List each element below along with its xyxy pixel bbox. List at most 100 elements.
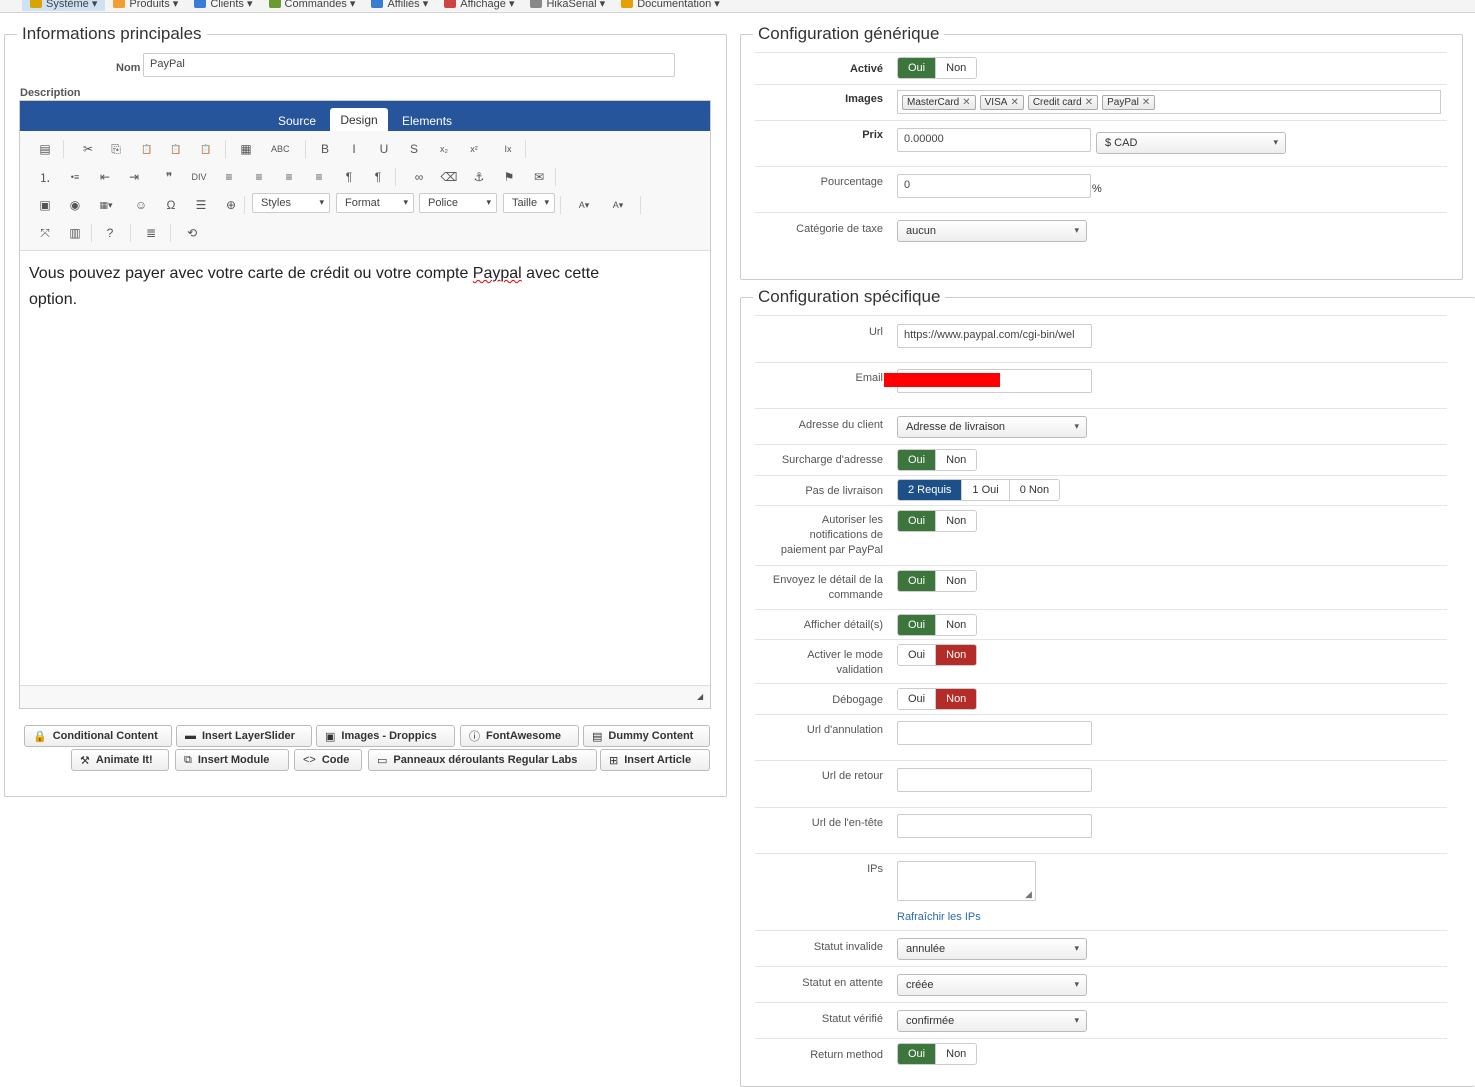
tab-source[interactable]: Source: [278, 114, 316, 128]
table-icon[interactable]: ▦▾: [97, 196, 115, 214]
styles-combo[interactable]: Styles: [252, 193, 330, 213]
remove-icon[interactable]: ✕: [1142, 97, 1150, 108]
return-method-toggle[interactable]: Oui Non: [897, 1043, 978, 1065]
surcharge-yes[interactable]: Oui: [898, 450, 936, 470]
outdent-icon[interactable]: ⇤: [96, 168, 114, 186]
images-tag-input[interactable]: MasterCard ✕ VISA ✕ Credit card ✕ PayPal ✕: [897, 90, 1441, 114]
tab-design[interactable]: Design: [330, 108, 388, 131]
plugin-button[interactable]: ▬ Insert LayerSlider: [176, 725, 312, 747]
template-icon[interactable]: ▦: [237, 140, 255, 158]
percent-input[interactable]: 0: [897, 174, 1091, 198]
maximize-icon[interactable]: ⤧: [36, 224, 54, 242]
tag-visa[interactable]: VISA ✕: [979, 94, 1024, 110]
plugin-button[interactable]: ⧉ Insert Module: [175, 749, 289, 771]
top-menu-item[interactable]: Affiliés ▾: [363, 0, 436, 11]
return-method-yes[interactable]: Oui: [898, 1044, 936, 1064]
plugin-button[interactable]: ▭ Panneaux déroulants Regular Labs: [368, 749, 597, 771]
invalid-select[interactable]: annulée: [897, 938, 1087, 960]
superscript-icon[interactable]: x²: [465, 140, 483, 158]
paste-text-icon[interactable]: 📋: [167, 140, 185, 158]
format-combo[interactable]: Format: [336, 193, 414, 213]
nodelivery-no[interactable]: 0 Non: [1008, 480, 1060, 500]
top-menu-item[interactable]: Documentation ▾: [613, 0, 728, 11]
remove-icon[interactable]: ✕: [1010, 97, 1018, 108]
size-combo[interactable]: Taille: [503, 193, 555, 213]
flag-icon[interactable]: ⚑: [500, 168, 518, 186]
ltr-icon[interactable]: ¶: [340, 168, 358, 186]
nodelivery-toggle[interactable]: 2 Requis 1 Oui 0 Non: [897, 479, 1061, 501]
refresh-ips-link[interactable]: Rafraîchir les IPs: [897, 911, 981, 923]
smiley-icon[interactable]: ☺: [132, 196, 150, 214]
surcharge-no[interactable]: Non: [935, 450, 977, 470]
debug-toggle[interactable]: Oui Non: [897, 688, 978, 710]
return-url-input[interactable]: [897, 768, 1092, 792]
plugin-button[interactable]: ⓘ FontAwesome: [460, 725, 579, 747]
validation-no[interactable]: Non: [935, 645, 977, 665]
notif-yes[interactable]: Oui: [898, 511, 936, 531]
tax-select[interactable]: aucun: [897, 220, 1087, 242]
plugin-button[interactable]: <> Code: [294, 749, 362, 771]
font-combo[interactable]: Police: [419, 193, 497, 213]
italic-icon[interactable]: I: [345, 140, 363, 158]
bold-icon[interactable]: B: [316, 140, 334, 158]
url-input[interactable]: https://www.paypal.com/cgi-bin/wel: [897, 324, 1092, 348]
plugin-button[interactable]: 🔒 Conditional Content: [24, 725, 172, 747]
flash-icon[interactable]: ◉: [66, 196, 84, 214]
tag-paypal[interactable]: PayPal ✕: [1102, 94, 1156, 110]
unlink-icon[interactable]: ⌫: [440, 168, 458, 186]
new-page-icon[interactable]: ▤: [36, 140, 54, 158]
cancel-url-input[interactable]: [897, 721, 1092, 745]
name-input[interactable]: PayPal: [143, 53, 675, 77]
align-left-icon[interactable]: ≡: [220, 168, 238, 186]
active-no[interactable]: Non: [935, 58, 977, 78]
send-detail-toggle[interactable]: Oui Non: [897, 570, 978, 592]
remove-format-icon[interactable]: Ix: [499, 140, 517, 158]
paste-icon[interactable]: 📋: [138, 140, 156, 158]
link-icon[interactable]: ∞: [410, 168, 428, 186]
numbered-list-icon[interactable]: ⒈: [36, 168, 54, 186]
tag-mastercard[interactable]: MasterCard ✕: [902, 94, 976, 110]
spellcheck-icon[interactable]: ABC: [271, 140, 290, 158]
debug-no[interactable]: Non: [935, 689, 977, 709]
notif-no[interactable]: Non: [935, 511, 977, 531]
tag-creditcard[interactable]: Credit card ✕: [1027, 94, 1099, 110]
hr-icon[interactable]: ☰: [192, 196, 210, 214]
surcharge-toggle[interactable]: Oui Non: [897, 449, 978, 471]
plugin-button[interactable]: ⚒ Animate It!: [71, 749, 169, 771]
show-detail-no[interactable]: Non: [935, 615, 977, 635]
subscript-icon[interactable]: x₂: [435, 140, 453, 158]
source-icon[interactable]: ≣: [142, 224, 160, 242]
top-menu-item[interactable]: Clients ▾: [186, 0, 260, 11]
send-detail-yes[interactable]: Oui: [898, 571, 936, 591]
currency-select[interactable]: $ CAD: [1096, 132, 1286, 154]
textarea-resize-icon[interactable]: ◢: [1025, 889, 1032, 900]
top-menu-item[interactable]: HikaSerial ▾: [522, 0, 613, 11]
bg-color-icon[interactable]: A▾: [609, 196, 627, 214]
indent-icon[interactable]: ⇥: [125, 168, 143, 186]
ips-textarea[interactable]: [897, 861, 1036, 901]
return-method-no[interactable]: Non: [935, 1044, 977, 1064]
align-center-icon[interactable]: ≡: [250, 168, 268, 186]
bullet-list-icon[interactable]: •≡: [66, 168, 84, 186]
active-toggle[interactable]: Oui Non: [897, 57, 978, 79]
plugin-button[interactable]: ▣ Images - Droppics: [316, 725, 455, 747]
underline-icon[interactable]: U: [375, 140, 393, 158]
remove-icon[interactable]: ✕: [1085, 97, 1093, 108]
plugin-button[interactable]: ⊞ Insert Article: [600, 749, 710, 771]
remove-icon[interactable]: ✕: [962, 97, 970, 108]
editor-content[interactable]: Vous pouvez payer avec votre carte de cr…: [29, 261, 689, 313]
send-detail-no[interactable]: Non: [935, 571, 977, 591]
text-color-icon[interactable]: A▾: [575, 196, 593, 214]
special-char-icon[interactable]: Ω: [162, 196, 180, 214]
div-icon[interactable]: DIV: [190, 168, 208, 186]
active-yes[interactable]: Oui: [898, 58, 936, 78]
top-menu-item[interactable]: Affichage ▾: [436, 0, 522, 11]
blockquote-icon[interactable]: ❞: [160, 168, 178, 186]
price-input[interactable]: 0.00000: [897, 128, 1091, 152]
help-icon[interactable]: ?: [101, 224, 119, 242]
tab-elements[interactable]: Elements: [402, 114, 452, 128]
top-menu-item[interactable]: Commandes ▾: [261, 0, 364, 11]
cut-icon[interactable]: ✂: [79, 140, 97, 158]
show-detail-yes[interactable]: Oui: [898, 615, 936, 635]
validation-toggle[interactable]: Oui Non: [897, 644, 978, 666]
